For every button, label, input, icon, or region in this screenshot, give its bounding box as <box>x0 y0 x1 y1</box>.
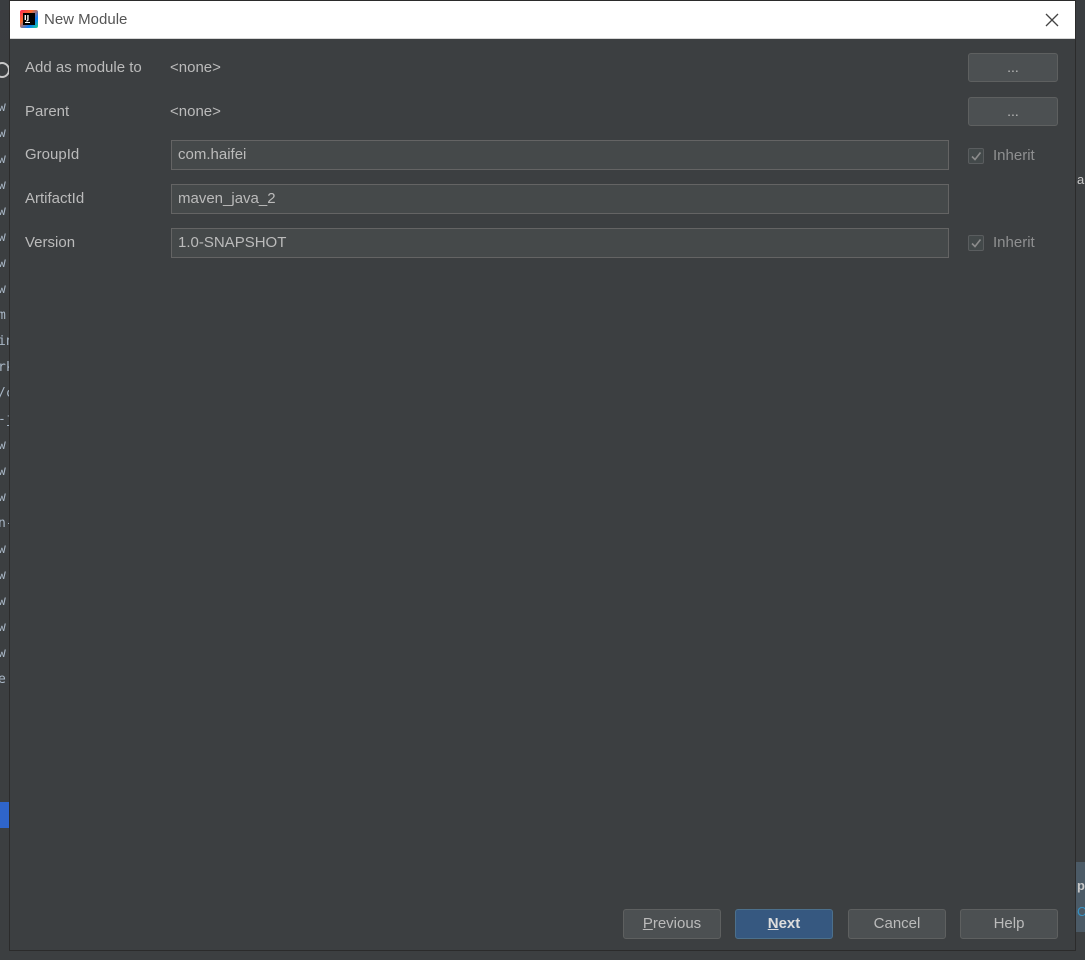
next-label: ext <box>778 915 801 932</box>
checkbox-box <box>968 148 984 164</box>
artifact-id-label: ArtifactId <box>25 190 85 207</box>
close-button[interactable] <box>1037 5 1067 35</box>
background-text: w <box>0 490 6 505</box>
group-id-label: GroupId <box>25 146 80 163</box>
background-text: p <box>1077 878 1085 893</box>
background-text: w <box>0 230 6 245</box>
background-text: w <box>0 100 6 115</box>
background-text: -j <box>0 412 9 427</box>
add-as-module-to-value: <none> <box>170 59 221 76</box>
background-text: m <box>0 308 6 323</box>
help-button[interactable]: Help <box>960 909 1058 939</box>
close-icon <box>1045 13 1059 27</box>
background-text: w <box>0 568 6 583</box>
next-button[interactable]: Next <box>735 909 833 939</box>
background-text: w <box>0 256 6 271</box>
new-module-dialog: IJ New Module Add as module to <none> ..… <box>9 0 1076 951</box>
checkbox-box <box>968 235 984 251</box>
background-text: w <box>0 126 6 141</box>
background-text: w <box>0 464 6 479</box>
background-text: w <box>0 178 6 193</box>
background-text: w <box>0 282 6 297</box>
previous-mnemonic: P <box>642 915 653 932</box>
background-status-bar <box>0 951 1085 960</box>
gear-icon <box>0 62 9 78</box>
previous-button[interactable]: Previous <box>623 909 721 939</box>
background-text: w <box>0 646 6 661</box>
background-text: w <box>0 542 6 557</box>
checkmark-icon <box>971 152 982 161</box>
group-id-inherit-label: Inherit <box>993 147 1035 164</box>
background-text: /c <box>0 386 9 401</box>
artifact-id-field[interactable]: maven_java_2 <box>171 184 949 214</box>
background-text: n- <box>0 516 9 531</box>
title-bar: IJ New Module <box>10 1 1075 39</box>
parent-value: <none> <box>170 103 221 120</box>
cancel-button[interactable]: Cancel <box>848 909 946 939</box>
version-label: Version <box>25 234 76 251</box>
background-text: rk <box>0 360 9 375</box>
background-text: w <box>0 152 6 167</box>
background-text: e <box>0 672 6 687</box>
background-editor-right: a p C <box>1076 40 1085 960</box>
group-id-field[interactable]: com.haifei <box>171 140 949 170</box>
background-text: w <box>0 438 6 453</box>
parent-label: Parent <box>25 103 70 120</box>
version-inherit-label: Inherit <box>993 234 1035 251</box>
background-selection <box>0 802 9 828</box>
checkmark-icon <box>971 239 982 248</box>
background-text: w <box>0 204 6 219</box>
background-panel <box>1076 862 1085 932</box>
background-text: C <box>1077 904 1085 919</box>
parent-browse-button[interactable]: ... <box>968 97 1058 126</box>
background-text: in <box>0 334 9 349</box>
window-title: New Module <box>44 11 128 28</box>
background-editor-left: wwwwwwwwminrk/c-jwwwn-wwwwwe <box>0 40 9 960</box>
next-mnemonic: N <box>767 915 779 932</box>
add-as-module-to-label: Add as module to <box>25 59 142 76</box>
intellij-app-icon: IJ <box>20 10 38 28</box>
version-field[interactable]: 1.0-SNAPSHOT <box>171 228 949 258</box>
background-text: a <box>1077 172 1085 187</box>
background-text: w <box>0 620 6 635</box>
add-as-module-to-browse-button[interactable]: ... <box>968 53 1058 82</box>
background-text: w <box>0 594 6 609</box>
previous-label: revious <box>652 915 702 932</box>
